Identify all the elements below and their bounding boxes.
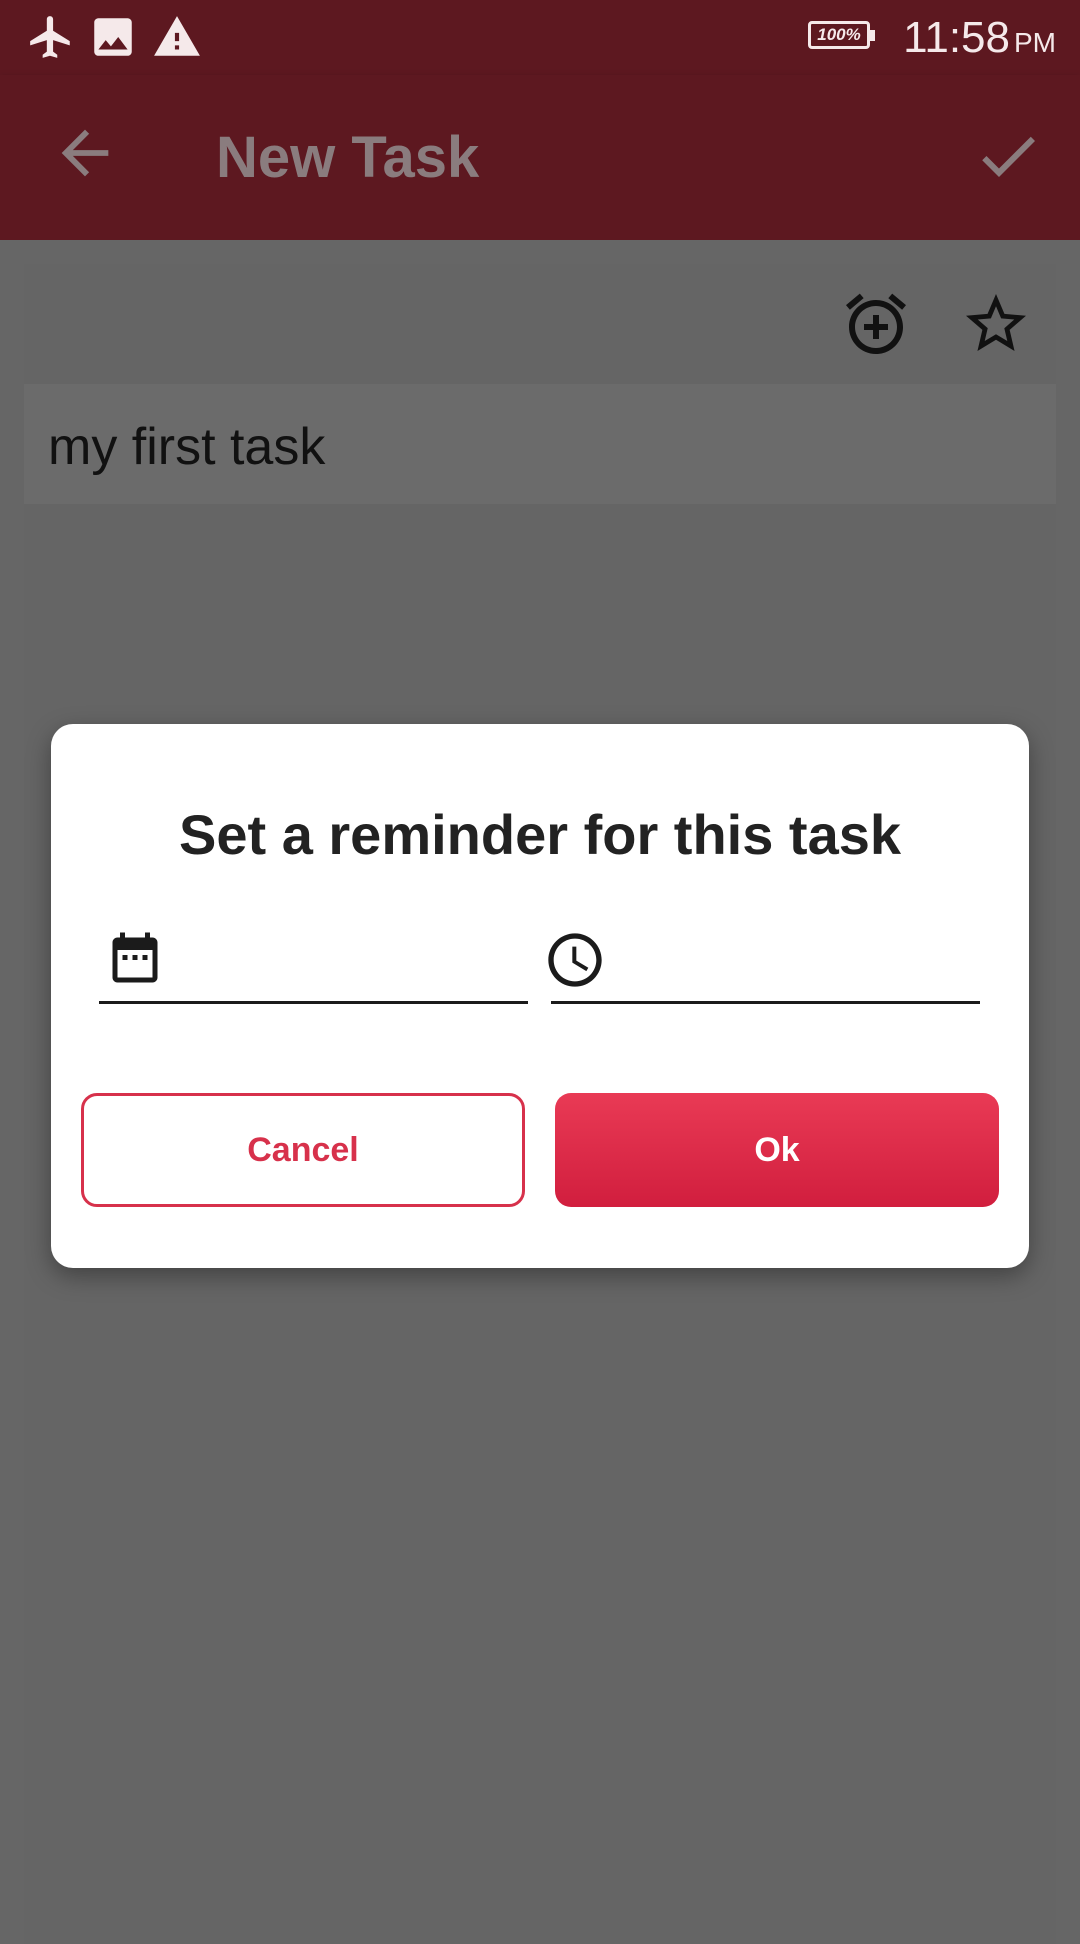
alarm-add-icon bbox=[840, 293, 912, 364]
warning-icon bbox=[152, 12, 202, 67]
calendar-icon bbox=[105, 928, 165, 992]
star-outline-icon bbox=[960, 294, 1032, 364]
clock-time: 11:58 bbox=[903, 13, 1010, 62]
page-title: New Task bbox=[216, 125, 480, 190]
add-alarm-button[interactable] bbox=[840, 288, 912, 360]
battery-indicator: 100% bbox=[808, 21, 875, 49]
dialog-title: Set a reminder for this task bbox=[178, 803, 901, 866]
star-button[interactable] bbox=[960, 288, 1032, 360]
reminder-dialog: Set a reminder for this task Cancel Ok bbox=[51, 724, 1029, 1268]
cancel-button[interactable]: Cancel bbox=[81, 1093, 525, 1207]
clock-icon bbox=[543, 928, 603, 992]
ok-button[interactable]: Ok bbox=[555, 1093, 999, 1207]
status-bar: 100% 11:58 PM bbox=[0, 0, 1080, 75]
arrow-back-icon bbox=[50, 129, 120, 192]
back-button[interactable] bbox=[50, 118, 120, 188]
date-field[interactable] bbox=[99, 924, 528, 1004]
airplane-icon bbox=[26, 12, 76, 67]
clock-ampm: PM bbox=[1014, 27, 1056, 58]
check-icon bbox=[972, 136, 1044, 196]
save-task-button[interactable] bbox=[972, 120, 1044, 192]
task-title-text: my first task bbox=[48, 418, 326, 476]
clock: 11:58 PM bbox=[903, 10, 1056, 66]
time-field[interactable] bbox=[548, 924, 980, 1004]
image-icon bbox=[88, 12, 138, 67]
app-bar bbox=[0, 75, 1080, 240]
